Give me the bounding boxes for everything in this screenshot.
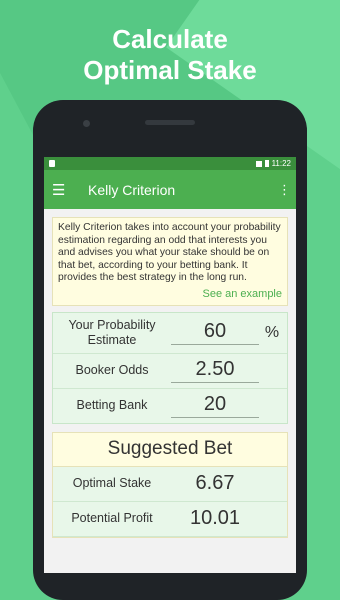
- bank-row: Betting Bank 20: [53, 389, 287, 423]
- notification-icon: [49, 160, 55, 167]
- app-screen: 11:22 ☰ Kelly Criterion ⋮ Kelly Criterio…: [44, 157, 296, 573]
- percent-unit: %: [264, 323, 280, 341]
- overflow-menu-icon[interactable]: ⋮: [278, 182, 291, 198]
- bank-label: Betting Bank: [76, 398, 148, 413]
- app-bar: ☰ Kelly Criterion ⋮: [44, 170, 296, 209]
- profit-label: Potential Profit: [71, 511, 153, 526]
- speaker-grille: [145, 120, 195, 125]
- info-text: Kelly Criterion takes into account your …: [58, 222, 281, 284]
- odds-label: Booker Odds: [75, 363, 149, 378]
- main-content: Kelly Criterion takes into account your …: [44, 209, 296, 573]
- odds-input[interactable]: 2.50: [171, 358, 259, 384]
- headline-line-1: Calculate: [112, 24, 228, 54]
- stake-label: Optimal Stake: [72, 476, 152, 491]
- profit-row: Potential Profit 10.01: [53, 501, 287, 537]
- info-card: Kelly Criterion takes into account your …: [52, 217, 288, 306]
- hamburger-menu-icon[interactable]: ☰: [52, 181, 70, 199]
- status-icons: 11:22: [255, 159, 291, 168]
- probability-label: Your Probability Estimate: [68, 317, 156, 347]
- bank-input[interactable]: 20: [171, 393, 259, 419]
- app-title: Kelly Criterion: [88, 181, 176, 198]
- input-card: Your Probability Estimate 60 % Booker Od…: [52, 311, 288, 424]
- battery-icon: [264, 160, 269, 167]
- stake-row: Optimal Stake 6.67: [53, 466, 287, 502]
- odds-row: Booker Odds 2.50: [53, 354, 287, 389]
- see-example-link[interactable]: See an example: [58, 288, 283, 301]
- promo-headline: Calculate Optimal Stake: [0, 24, 340, 86]
- signal-icon: [255, 160, 262, 167]
- stake-value: 6.67: [195, 472, 235, 495]
- result-title: Suggested Bet: [53, 433, 287, 467]
- profit-value: 10.01: [189, 507, 241, 530]
- camera-icon: [83, 120, 90, 127]
- result-card: Suggested Bet Optimal Stake 6.67 Potenti…: [52, 431, 288, 538]
- status-time: 11:22: [271, 159, 291, 168]
- probability-input[interactable]: 60: [171, 320, 259, 346]
- headline-line-2: Optimal Stake: [83, 55, 257, 85]
- probability-row: Your Probability Estimate 60 %: [53, 313, 287, 354]
- status-bar: 11:22: [44, 157, 296, 170]
